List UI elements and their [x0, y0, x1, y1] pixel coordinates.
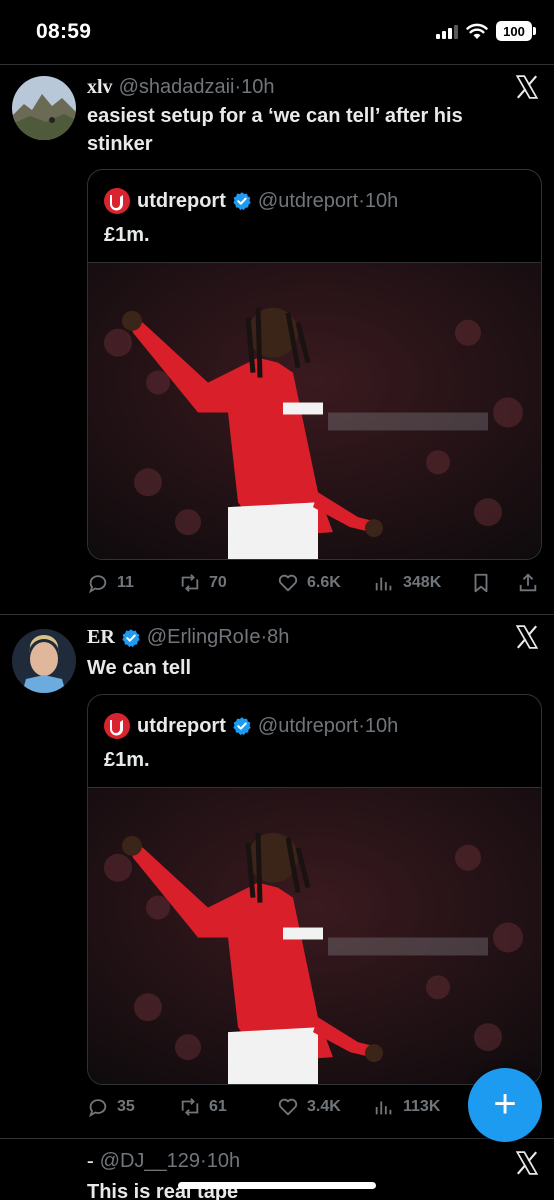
separator: · — [260, 626, 268, 648]
quote-header: utdreport @utdreport · 10h — [104, 188, 398, 214]
avatar[interactable] — [12, 629, 76, 693]
like-button[interactable]: 6.6K — [277, 572, 341, 594]
views-button[interactable]: 348K — [373, 572, 441, 594]
user-handle[interactable]: @ErlingRoIe — [147, 626, 261, 649]
utdreport-logo-icon — [104, 188, 130, 214]
quote-header: utdreport @utdreport · 10h — [104, 713, 398, 739]
like-count: 3.4K — [307, 1098, 341, 1115]
views-button[interactable]: 113K — [373, 1096, 440, 1118]
tweet-text: We can tell — [87, 657, 192, 679]
bookmark-icon — [474, 573, 488, 593]
quote-text: £1m. — [104, 224, 150, 246]
quote-media-image[interactable] — [88, 787, 541, 1084]
user-handle[interactable]: @DJ__129 — [100, 1150, 200, 1173]
reply-button[interactable]: 35 — [87, 1096, 135, 1118]
reply-count: 11 — [117, 574, 134, 591]
wifi-icon — [466, 23, 488, 39]
compose-button[interactable]: + — [468, 1068, 542, 1142]
tweet[interactable]: - @DJ__129 · 10h This is real tape — [0, 1138, 554, 1200]
heart-icon — [278, 574, 298, 592]
x-logo-icon — [515, 625, 539, 649]
quote-display-name[interactable]: utdreport — [137, 190, 226, 213]
tweet[interactable]: xlv @shadadzaii · 10h easiest setup for … — [0, 64, 554, 614]
repost-icon — [181, 574, 199, 592]
quote-media-image[interactable] — [88, 262, 541, 559]
plus-icon: + — [493, 1082, 517, 1126]
battery-icon: 100 — [496, 21, 536, 41]
quote-timestamp: 10h — [364, 189, 399, 212]
timestamp[interactable]: 10h — [241, 76, 274, 99]
verified-badge-icon — [233, 192, 251, 211]
repost-button[interactable]: 61 — [179, 1096, 227, 1118]
separator: · — [234, 76, 242, 98]
view-count: 113K — [403, 1098, 441, 1115]
tweet[interactable]: ER @ErlingRoIe · 8h We can tell utdrepor… — [0, 614, 554, 1138]
share-icon — [519, 573, 537, 592]
like-count: 6.6K — [307, 574, 341, 591]
bookmark-button[interactable] — [470, 572, 492, 594]
status-bar: 08:59 100 — [0, 0, 554, 64]
display-name[interactable]: xlv — [87, 76, 113, 99]
separator: · — [358, 189, 365, 212]
timestamp[interactable]: 10h — [207, 1150, 240, 1173]
cellular-signal-icon — [436, 23, 458, 39]
quote-text: £1m. — [104, 749, 150, 771]
quote-user-handle: @utdreport — [257, 714, 359, 737]
repost-count: 70 — [209, 574, 227, 591]
utdreport-logo-icon — [104, 713, 130, 739]
repost-icon — [181, 1098, 199, 1116]
views-icon — [375, 1101, 392, 1115]
quote-user-handle: @utdreport — [257, 189, 359, 212]
verified-badge-icon — [233, 717, 251, 736]
verified-badge-icon — [122, 628, 140, 647]
home-indicator[interactable] — [178, 1182, 376, 1189]
quote-display-name[interactable]: utdreport — [137, 715, 226, 738]
reply-button[interactable]: 11 — [87, 572, 134, 594]
status-icons: 100 — [436, 21, 536, 41]
separator: · — [200, 1150, 207, 1172]
display-name[interactable]: ER — [87, 626, 115, 649]
heart-icon — [278, 1098, 298, 1116]
timestamp[interactable]: 8h — [267, 626, 289, 649]
x-logo-icon — [515, 1151, 539, 1175]
repost-count: 61 — [209, 1098, 227, 1115]
user-handle[interactable]: @shadadzaii — [119, 76, 235, 99]
reply-icon — [89, 1099, 107, 1118]
views-icon — [375, 577, 392, 591]
quote-timestamp: 10h — [364, 714, 399, 737]
share-button[interactable] — [517, 572, 539, 594]
display-name[interactable]: - — [87, 1150, 94, 1173]
tweet-text: easiest setup for a ‘we can tell’ after … — [87, 105, 463, 155]
separator: · — [358, 714, 365, 737]
tweet-actions: 11 70 6.6K 348K — [87, 572, 542, 602]
status-time: 08:59 — [36, 20, 92, 43]
view-count: 348K — [403, 574, 442, 591]
quoted-tweet[interactable]: utdreport @utdreport · 10h £1m. — [87, 694, 542, 1085]
avatar[interactable] — [12, 76, 76, 140]
like-button[interactable]: 3.4K — [277, 1096, 341, 1118]
x-logo-icon — [515, 75, 539, 99]
reply-count: 35 — [117, 1098, 135, 1115]
tweet-header: - @DJ__129 · 10h — [87, 1150, 240, 1173]
reply-icon — [89, 575, 107, 594]
repost-button[interactable]: 70 — [179, 572, 227, 594]
tweet-header: ER @ErlingRoIe · 8h — [87, 626, 289, 649]
battery-level: 100 — [503, 23, 525, 39]
quoted-tweet[interactable]: utdreport @utdreport · 10h £1m. — [87, 169, 542, 560]
tweet-header: xlv @shadadzaii · 10h — [87, 76, 275, 99]
